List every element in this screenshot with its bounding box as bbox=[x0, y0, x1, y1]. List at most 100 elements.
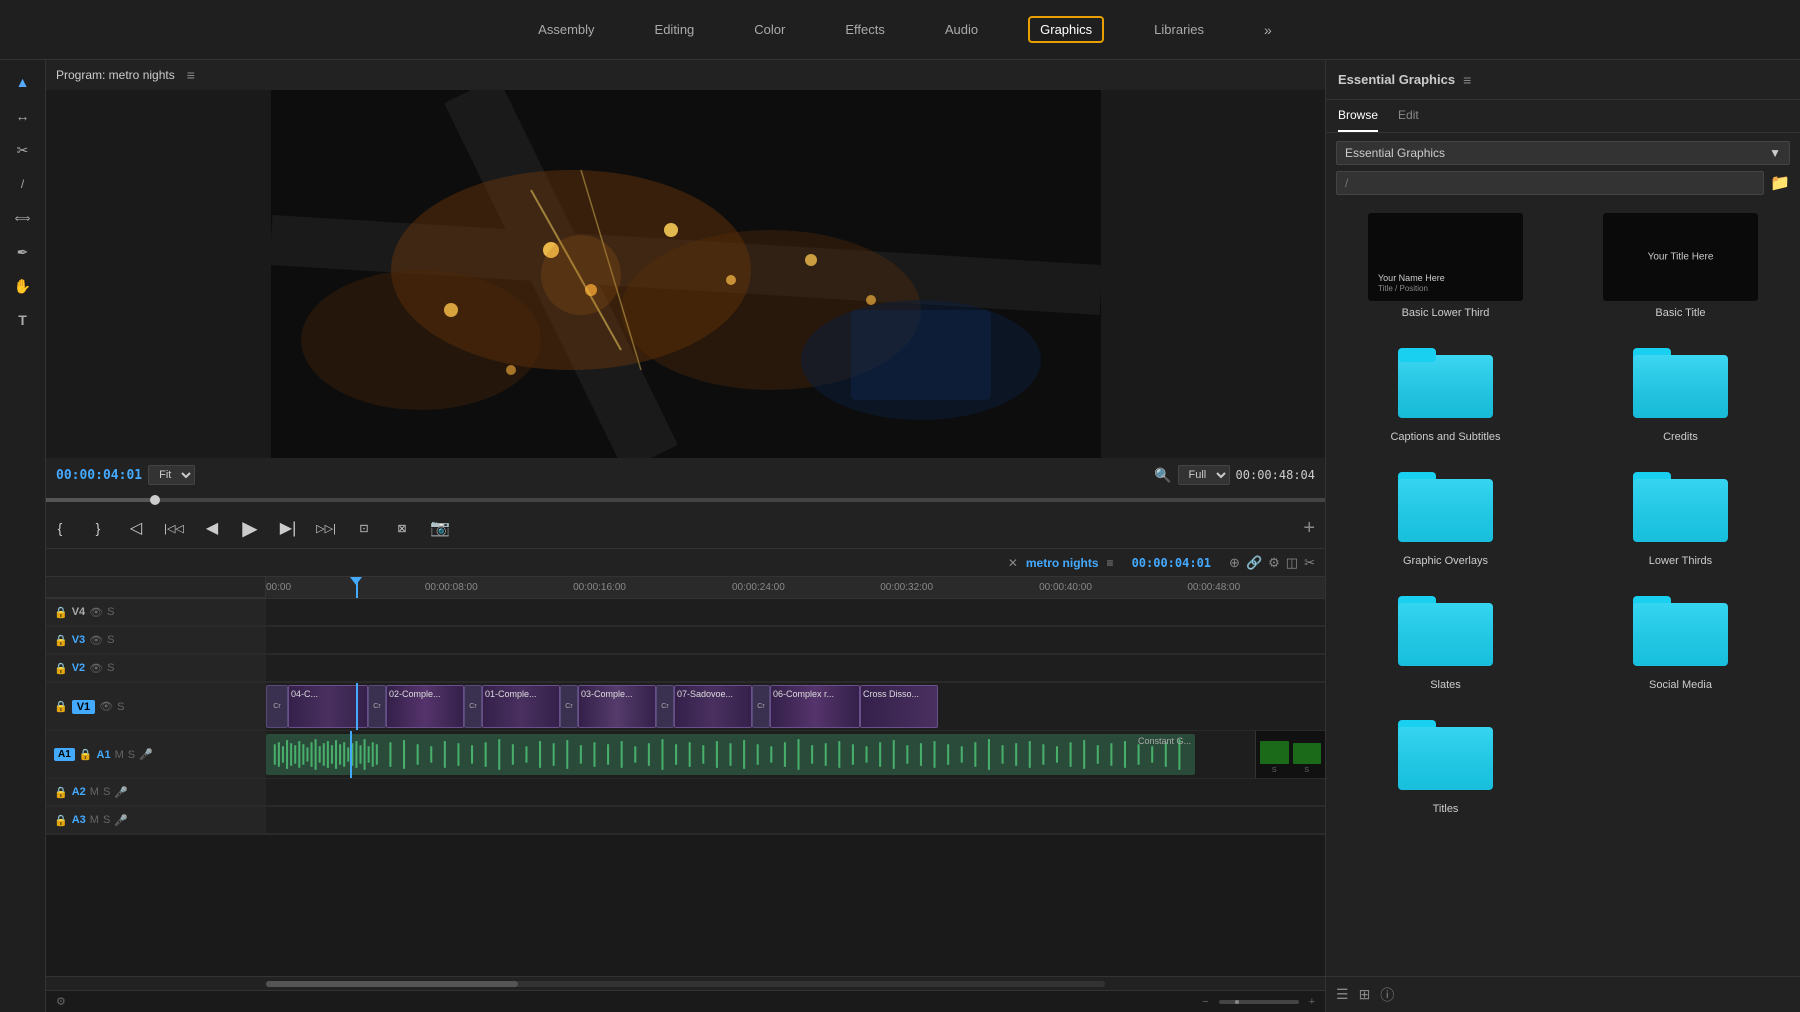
play-reverse-button[interactable]: ◀ bbox=[198, 514, 226, 542]
eg-item-captions-subtitles[interactable]: Captions and Subtitles bbox=[1336, 335, 1555, 443]
track-razor-tool[interactable]: ✂ bbox=[1304, 555, 1315, 571]
eg-item-basic-title[interactable]: Your Title Here Basic Title bbox=[1571, 213, 1790, 319]
eg-folder-browse-icon[interactable]: 📁 bbox=[1770, 173, 1790, 193]
eg-item-slates[interactable]: Slates bbox=[1336, 583, 1555, 691]
eg-info-button[interactable]: ⓘ bbox=[1380, 985, 1394, 1005]
nav-item-graphics[interactable]: Graphics bbox=[1028, 16, 1104, 43]
nav-item-editing[interactable]: Editing bbox=[645, 18, 705, 41]
mark-in-button[interactable]: { bbox=[46, 514, 74, 542]
mic-icon-a1[interactable]: 🎤 bbox=[139, 748, 153, 761]
scrubber-area[interactable] bbox=[46, 492, 1325, 508]
eg-menu-icon[interactable]: ≡ bbox=[1463, 72, 1471, 88]
transition-cr-4[interactable]: Cr bbox=[656, 685, 674, 728]
nav-item-audio[interactable]: Audio bbox=[935, 18, 988, 41]
nav-more-icon[interactable]: » bbox=[1264, 22, 1272, 38]
mic-icon-a3[interactable]: 🎤 bbox=[114, 814, 128, 827]
timeline-menu-icon[interactable]: ≡ bbox=[1107, 556, 1114, 570]
export-frame-button[interactable]: 📷 bbox=[426, 514, 454, 542]
transition-cr-2[interactable]: Cr bbox=[464, 685, 482, 728]
overwrite-button[interactable]: ⊠ bbox=[388, 514, 416, 542]
lock-icon-a1[interactable]: 🔒 bbox=[79, 748, 93, 761]
step-back-button[interactable]: ◁ bbox=[122, 514, 150, 542]
slip-tool[interactable]: ⟺ bbox=[7, 204, 39, 232]
solo-icon-v3[interactable]: S bbox=[107, 634, 114, 646]
transition-cross-dissolve-1[interactable]: Cr bbox=[266, 685, 288, 728]
hand-tool[interactable]: ✋ bbox=[7, 272, 39, 300]
eg-search-input[interactable] bbox=[1336, 171, 1764, 195]
visibility-icon-v3[interactable]: 👁 bbox=[89, 634, 103, 647]
eg-item-social-media[interactable]: Social Media bbox=[1571, 583, 1790, 691]
eg-item-graphic-overlays[interactable]: Graphic Overlays bbox=[1336, 459, 1555, 567]
time-ruler[interactable]: 00:00 00:00:08:00 00:00:16:00 00:00:24:0… bbox=[266, 577, 1325, 599]
track-content-a3[interactable] bbox=[266, 807, 1325, 834]
nav-item-color[interactable]: Color bbox=[744, 18, 795, 41]
eg-source-dropdown[interactable]: Essential Graphics ▼ bbox=[1336, 141, 1790, 165]
lock-icon-a2[interactable]: 🔒 bbox=[54, 786, 68, 799]
lock-icon-v1[interactable]: 🔒 bbox=[54, 700, 68, 713]
eg-item-lower-thirds[interactable]: Lower Thirds bbox=[1571, 459, 1790, 567]
zoom-out-icon[interactable]: − bbox=[1202, 996, 1208, 1008]
mute-icon-a3[interactable]: M bbox=[90, 814, 99, 826]
eg-tab-edit[interactable]: Edit bbox=[1398, 108, 1419, 132]
audio-clip-main[interactable]: Constant G... bbox=[266, 734, 1195, 775]
eg-list-view-button[interactable]: ☰ bbox=[1336, 986, 1349, 1003]
quality-select[interactable]: Full bbox=[1178, 465, 1230, 485]
track-snap[interactable]: ◫ bbox=[1286, 555, 1298, 571]
razor-tool[interactable]: / bbox=[7, 170, 39, 198]
eg-item-titles[interactable]: Titles bbox=[1336, 707, 1555, 815]
transition-cr-3[interactable]: Cr bbox=[560, 685, 578, 728]
add-transport-button[interactable]: + bbox=[1303, 517, 1315, 540]
solo-icon-a1[interactable]: S bbox=[128, 749, 135, 761]
monitor-menu-icon[interactable]: ≡ bbox=[187, 67, 195, 83]
track-add-tool[interactable]: ⊕ bbox=[1229, 555, 1240, 571]
solo-icon-v4[interactable]: S bbox=[107, 606, 114, 618]
solo-icon-a3[interactable]: S bbox=[103, 814, 110, 826]
track-select-tool[interactable]: ↔ bbox=[7, 102, 39, 130]
mic-icon-a2[interactable]: 🎤 bbox=[114, 786, 128, 799]
track-content-v4[interactable] bbox=[266, 599, 1325, 626]
go-to-out-button[interactable]: ▷▷| bbox=[312, 514, 340, 542]
visibility-icon-v1[interactable]: 👁 bbox=[99, 700, 113, 713]
mute-icon-a1[interactable]: M bbox=[115, 749, 124, 761]
close-timeline-icon[interactable]: ✕ bbox=[1008, 556, 1018, 570]
nav-item-effects[interactable]: Effects bbox=[835, 18, 895, 41]
settings-bottom-icon[interactable]: ⚙ bbox=[56, 995, 66, 1008]
solo-icon-a2[interactable]: S bbox=[103, 786, 110, 798]
pen-tool[interactable]: ✒ bbox=[7, 238, 39, 266]
go-to-in-button[interactable]: |◁◁ bbox=[160, 514, 188, 542]
transition-cr-5[interactable]: Cr bbox=[752, 685, 770, 728]
eg-item-credits[interactable]: Credits bbox=[1571, 335, 1790, 443]
track-link-tool[interactable]: 🔗 bbox=[1246, 555, 1262, 571]
eg-tab-browse[interactable]: Browse bbox=[1338, 108, 1378, 132]
track-content-v3[interactable] bbox=[266, 627, 1325, 654]
track-content-v2[interactable] bbox=[266, 655, 1325, 682]
clip-03complex[interactable]: 03-Comple... bbox=[578, 685, 656, 728]
lock-icon-v3[interactable]: 🔒 bbox=[54, 634, 68, 647]
solo-icon-v2[interactable]: S bbox=[107, 662, 114, 674]
clip-02complex[interactable]: 02-Comple... bbox=[386, 685, 464, 728]
selection-tool[interactable]: ▲ bbox=[7, 68, 39, 96]
track-content-v1[interactable]: Cr 04-C... Cr 02-Comple... bbox=[266, 683, 1325, 731]
eg-item-basic-lower-third[interactable]: Your Name Here Title / Position Basic Lo… bbox=[1336, 213, 1555, 319]
mark-out-button[interactable]: } bbox=[84, 514, 112, 542]
mute-icon-a2[interactable]: M bbox=[90, 786, 99, 798]
ripple-edit-tool[interactable]: ✂ bbox=[7, 136, 39, 164]
solo-icon-v1[interactable]: S bbox=[117, 701, 124, 713]
insert-button[interactable]: ⊡ bbox=[350, 514, 378, 542]
nav-item-libraries[interactable]: Libraries bbox=[1144, 18, 1214, 41]
nav-item-assembly[interactable]: Assembly bbox=[528, 18, 604, 41]
track-settings[interactable]: ⚙ bbox=[1268, 555, 1280, 571]
clip-06complex[interactable]: 06-Complex r... bbox=[770, 685, 860, 728]
lock-icon-v4[interactable]: 🔒 bbox=[54, 606, 68, 619]
track-content-a2[interactable] bbox=[266, 779, 1325, 806]
step-forward-button[interactable]: ▶| bbox=[274, 514, 302, 542]
fit-select[interactable]: Fit bbox=[148, 465, 195, 485]
horizontal-scrollbar[interactable] bbox=[46, 976, 1325, 990]
zoom-in-icon[interactable]: + bbox=[1309, 996, 1315, 1008]
play-button[interactable]: ▶ bbox=[236, 514, 264, 542]
audio-track-content-a1[interactable]: Constant G... bbox=[266, 731, 1255, 779]
lock-icon-a3[interactable]: 🔒 bbox=[54, 814, 68, 827]
visibility-icon-v2[interactable]: 👁 bbox=[89, 662, 103, 675]
clip-01complex[interactable]: 01-Comple... bbox=[482, 685, 560, 728]
transition-cr-1[interactable]: Cr bbox=[368, 685, 386, 728]
